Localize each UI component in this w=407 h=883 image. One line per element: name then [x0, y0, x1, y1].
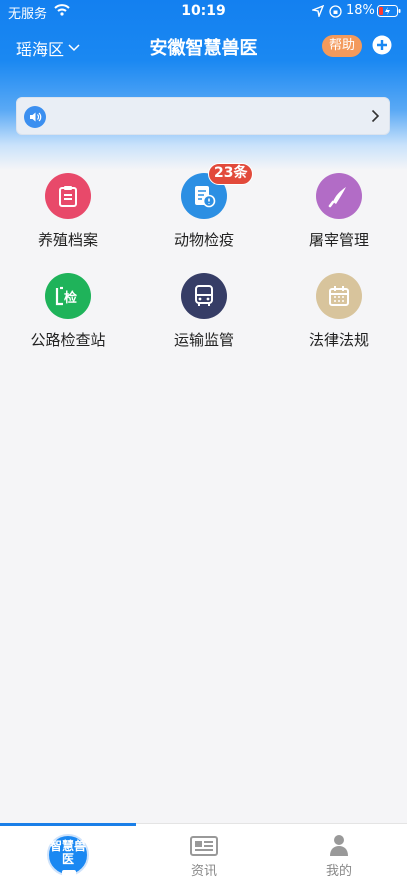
tab-news[interactable]: 资讯 [136, 824, 272, 883]
calendar-icon [316, 273, 362, 319]
checkpoint-icon: 检 [45, 273, 91, 319]
tab-label: 资讯 [190, 864, 217, 879]
person-icon [330, 835, 348, 856]
rotation-lock-icon [329, 5, 342, 18]
logo-ribbon [62, 870, 76, 876]
grid-item-laws-regulations[interactable]: 法律法规 [271, 273, 407, 350]
grid-item-highway-checkpoint[interactable]: 检 公路检查站 [0, 273, 136, 350]
status-bar: 无服务 10:19 18% [0, 0, 407, 24]
knife-icon [316, 173, 362, 219]
notice-banner[interactable] [16, 97, 390, 135]
add-icon[interactable] [372, 35, 392, 55]
grid-item-label: 动物检疫 [173, 231, 234, 249]
tab-home[interactable]: 智慧兽医 [0, 824, 136, 883]
grid-item-label: 公路检查站 [30, 331, 106, 349]
svg-text:检: 检 [64, 290, 77, 306]
grid-item-transport-supervision[interactable]: 运输监管 [136, 273, 272, 350]
clipboard-icon [45, 173, 91, 219]
speaker-icon [24, 106, 46, 128]
notification-badge: 23条 [208, 163, 254, 185]
grid-item-label: 运输监管 [173, 331, 234, 349]
news-icon [190, 836, 218, 856]
grid-item-label: 法律法规 [308, 331, 369, 349]
battery-percent: 18% [346, 3, 375, 18]
tab-mine[interactable]: 我的 [271, 824, 407, 883]
grid-item-label: 屠宰管理 [308, 231, 369, 249]
grid-item-label: 养殖档案 [37, 231, 98, 249]
tab-label: 我的 [325, 864, 352, 879]
nav-bar: 瑶海区 安徽智慧兽医 帮助 [0, 28, 407, 64]
battery-icon [377, 5, 401, 17]
header-background [0, 0, 407, 170]
help-button[interactable]: 帮助 [322, 35, 362, 57]
grid-item-slaughter-management[interactable]: 屠宰管理 [271, 173, 407, 250]
grid-item-animal-quarantine[interactable]: 23条 动物检疫 [136, 163, 272, 250]
bottom-tab-bar: 智慧兽医 资讯 我的 [0, 823, 407, 883]
chevron-right-icon [371, 109, 380, 123]
location-arrow-icon [312, 5, 324, 17]
bus-icon [181, 273, 227, 319]
logo-text: 智慧兽医 [49, 839, 86, 866]
app-logo-icon: 智慧兽医 [47, 834, 89, 876]
grid-item-breeding-records[interactable]: 养殖档案 [0, 173, 136, 250]
